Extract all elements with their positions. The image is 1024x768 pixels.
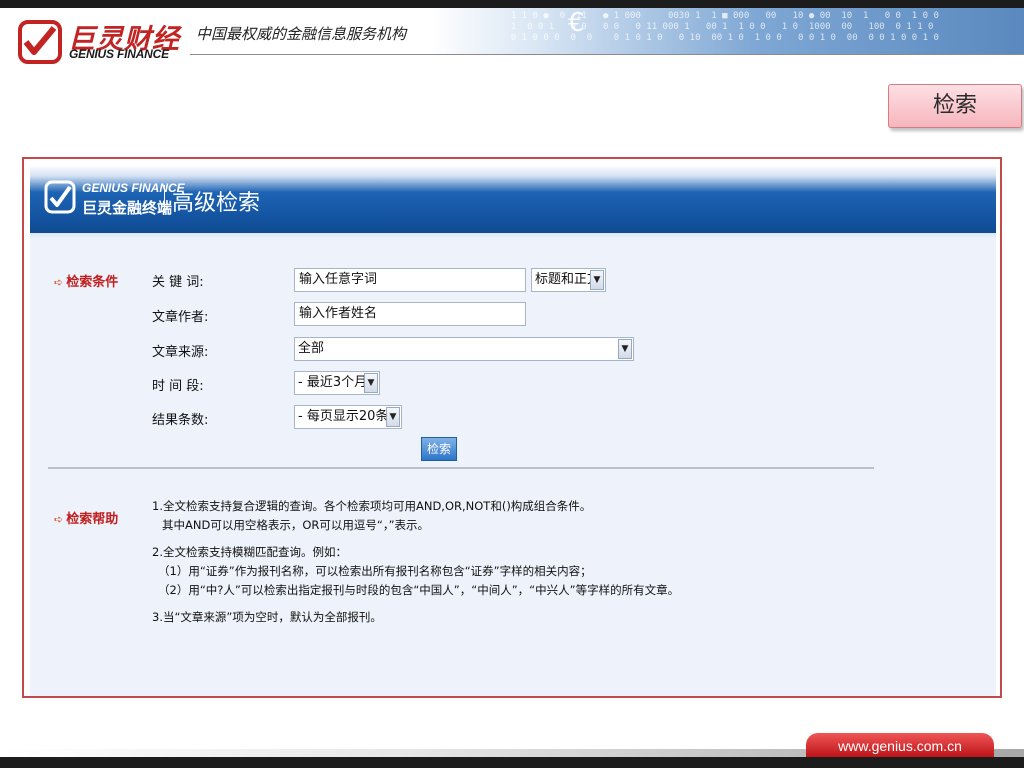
help-line-3: 2.全文检索支持模糊匹配查询。例如： xyxy=(152,545,347,559)
search-criteria-label: ➪ 检索条件 xyxy=(54,271,118,290)
period-label: 时 间 段: xyxy=(152,379,204,394)
period-select[interactable]: - 最近3个月 - ▼ xyxy=(294,371,380,395)
panel-header: GENIUS FINANCE 巨灵金融终端 高级检索 xyxy=(30,165,996,233)
chevron-down-icon[interactable]: ▼ xyxy=(386,407,400,427)
chevron-down-icon[interactable]: ▼ xyxy=(364,373,378,393)
help-line-4: （1）用“证券”作为报刊名称，可以检索出所有报刊名称包含“证券”字样的相关内容； xyxy=(158,564,592,578)
chevron-down-icon[interactable]: ▼ xyxy=(590,270,604,290)
header-slogan: 中国最权威的金融信息服务机构 xyxy=(196,25,407,43)
panel-brand-en: GENIUS FINANCE xyxy=(82,181,185,195)
panel-header-strip xyxy=(30,233,996,239)
arrow-right-icon: ➪ xyxy=(54,513,64,526)
search-criteria-text: 检索条件 xyxy=(66,275,119,290)
panel-title: 高级检索 xyxy=(172,191,261,216)
search-help-text: 检索帮助 xyxy=(66,512,119,527)
search-help-label: ➪ 检索帮助 xyxy=(54,508,118,527)
banner-numbers-decoration: 1 1 0 ● 0 11 ● 1 000 0030 1 1 ■ 000 00 1… xyxy=(510,11,939,43)
submit-search-button[interactable]: 检索 xyxy=(421,437,457,461)
keyword-label: 关 键 词: xyxy=(152,275,204,290)
footer-dark-bar xyxy=(0,757,1024,768)
source-label: 文章来源: xyxy=(152,345,209,360)
source-select[interactable]: 全部 ▼ xyxy=(294,337,634,361)
keyword-input[interactable]: 输入任意字词 xyxy=(294,268,526,292)
finance-banner-image: 1 1 0 ● 0 11 ● 1 000 0030 1 1 ■ 000 00 1… xyxy=(430,8,1024,54)
source-value: 全部 xyxy=(298,341,325,356)
author-input[interactable]: 输入作者姓名 xyxy=(294,302,526,326)
help-line-5: （2）用“中?人”可以检索出指定报刊与时段的包含“中国人”，“中间人”，“中兴人… xyxy=(158,583,680,597)
footer-url-link[interactable]: www.genius.com.cn xyxy=(806,733,994,759)
help-line-6: 3.当“文章来源”项为空时，默认为全部报刊。 xyxy=(152,610,382,624)
author-label: 文章作者: xyxy=(152,310,209,325)
advanced-search-panel: GENIUS FINANCE 巨灵金融终端 高级检索 ➪ 检索条件 关 键 词: … xyxy=(22,157,1002,698)
panel-body: GENIUS FINANCE 巨灵金融终端 高级检索 ➪ 检索条件 关 键 词: … xyxy=(30,165,996,696)
terminal-logo-icon xyxy=(44,180,76,214)
section-divider xyxy=(48,467,874,469)
arrow-right-icon: ➪ xyxy=(54,276,64,289)
chevron-down-icon[interactable]: ▼ xyxy=(618,339,632,359)
top-dark-bar xyxy=(0,0,1024,8)
header-divider xyxy=(190,54,1024,55)
result-count-value: - 每页显示20条 - xyxy=(298,409,398,424)
top-search-button[interactable]: 检索 xyxy=(888,84,1022,128)
result-count-select[interactable]: - 每页显示20条 - ▼ xyxy=(294,405,402,429)
panel-brand-cn: 巨灵金融终端 xyxy=(82,199,173,217)
genius-logo-icon xyxy=(18,20,62,64)
help-line-1: 1.全文检索支持复合逻辑的查询。各个检索项均可用AND,OR,NOT和()构成组… xyxy=(152,499,592,513)
result-count-label: 结果条数: xyxy=(152,413,209,428)
keyword-scope-select[interactable]: 标题和正文 ▼ xyxy=(531,268,606,292)
help-line-2: 其中AND可以用空格表示，OR可以用逗号“，”表示。 xyxy=(162,518,430,532)
euro-symbol-decoration: € xyxy=(568,8,585,38)
brand-name-en: GENIUS FINANCE xyxy=(69,47,169,61)
panel-header-separator xyxy=(164,185,165,213)
